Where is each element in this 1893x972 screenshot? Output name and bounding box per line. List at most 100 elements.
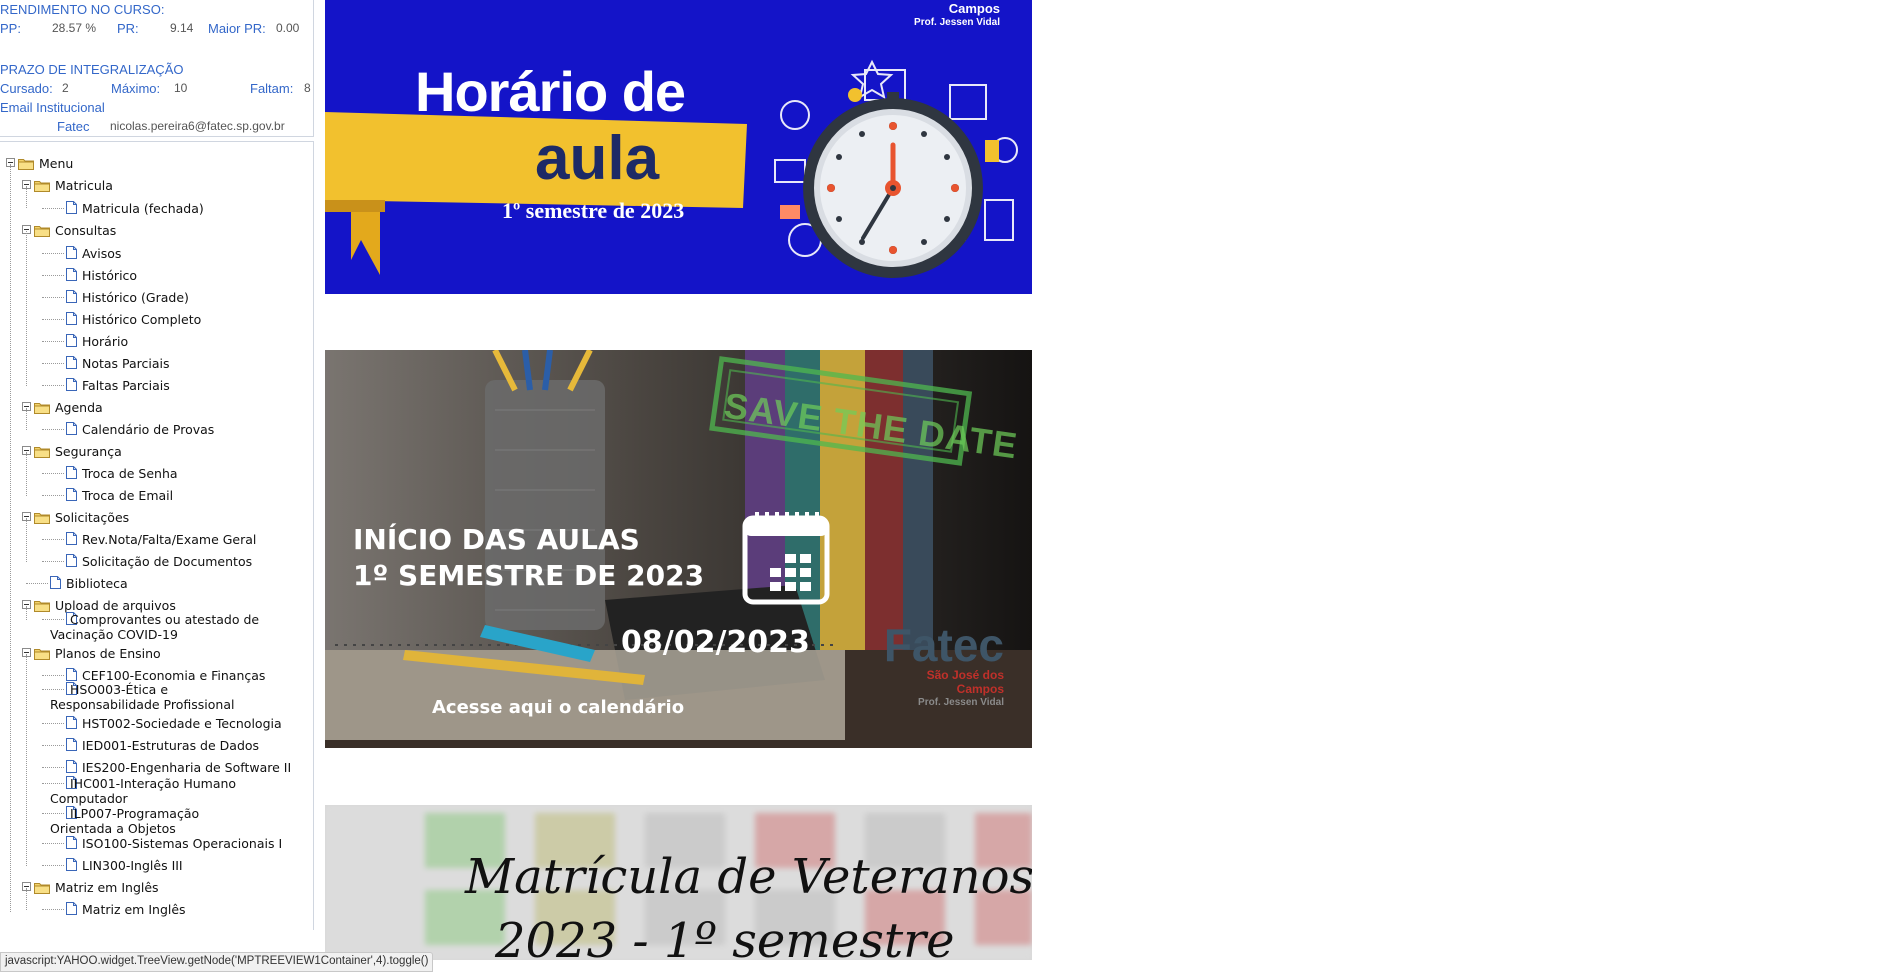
tree-item-label[interactable]: IED001-Estruturas de Dados [82, 738, 259, 753]
tree-item-label[interactable]: Rev.Nota/Falta/Exame Geral [82, 532, 256, 547]
tree-folder-label[interactable]: Menu [39, 156, 73, 171]
tree-item-menu-consultas-items-1[interactable]: Histórico [0, 266, 300, 284]
tree-item-label[interactable]: Avisos [82, 246, 121, 261]
tree-item-label[interactable]: Matricula (fechada) [82, 201, 204, 216]
tree-item-menu-matricula-items-0[interactable]: Matricula (fechada) [0, 199, 300, 217]
tree-item-menu-matriz-items-0[interactable]: Matriz em Inglês [0, 900, 300, 918]
tree-item-menu-biblioteca[interactable]: Biblioteca [0, 574, 300, 592]
tree-item-menu-planos-items-8[interactable]: LIN300-Inglês III [0, 856, 300, 874]
tree-item-label[interactable]: Histórico (Grade) [82, 290, 189, 305]
tree-folder-menu-matricula-label[interactable]: Matricula [0, 176, 300, 194]
tree-folder-label[interactable]: Segurança [55, 444, 122, 459]
tree-item-label[interactable]: Histórico Completo [82, 312, 201, 327]
page-icon [66, 356, 77, 369]
tree-item-menu-planos-items-5[interactable]: IHC001-Interação Humano Computador [0, 774, 300, 806]
tree-item-menu-seguranca-items-0[interactable]: Troca de Senha [0, 464, 300, 482]
tree-connector [42, 473, 64, 474]
tree-item-menu-agenda-items-0[interactable]: Calendário de Provas [0, 420, 300, 438]
tree-item-menu-planos-items-2[interactable]: HST002-Sociedade e Tecnologia [0, 714, 300, 732]
tree-connector [42, 385, 64, 386]
tree-item-label[interactable]: HSO003-Ética e Responsabilidade Profissi… [50, 682, 260, 712]
tree-item-menu-consultas-items-4[interactable]: Horário [0, 332, 300, 350]
tree-item-label[interactable]: ISO100-Sistemas Operacionais I [82, 836, 282, 851]
tree-item-label[interactable]: IHC001-Interação Humano Computador [50, 776, 260, 806]
tree-item-menu-seguranca-items-1[interactable]: Troca de Email [0, 486, 300, 504]
tree-item-menu-consultas-items-5[interactable]: Notas Parciais [0, 354, 300, 372]
tree-folder-label[interactable]: Agenda [55, 400, 103, 415]
page-icon [66, 422, 77, 435]
tree-item-menu-solicitacoes-items-1[interactable]: Solicitação de Documentos [0, 552, 300, 570]
tree-item-menu-planos-items-6[interactable]: ILP007-Programação Orientada a Objetos [0, 804, 300, 836]
tree-item-label[interactable]: ILP007-Programação Orientada a Objetos [50, 806, 260, 836]
tree-folder-menu-consultas-label[interactable]: Consultas [0, 221, 300, 239]
tree-connector [42, 363, 64, 364]
tree-item-label[interactable]: Troca de Senha [82, 466, 178, 481]
folder-icon [34, 446, 50, 458]
tree-item-menu-planos-items-7[interactable]: ISO100-Sistemas Operacionais I [0, 834, 300, 852]
tree-folder-menu-seguranca-label[interactable]: Segurança [0, 442, 300, 460]
tree-item-label[interactable]: Calendário de Provas [82, 422, 214, 437]
pr-label: PR: [117, 21, 139, 36]
maior-pr-label: Maior PR: [208, 21, 266, 36]
tree-folder-label[interactable]: Consultas [55, 223, 116, 238]
tree-folder-menu-matriz-label[interactable]: Matriz em Inglês [0, 878, 300, 896]
tree-item-menu-upload-items-0[interactable]: Comprovantes ou atestado de Vacinação CO… [0, 610, 300, 642]
tree-item-label[interactable]: IES200-Engenharia de Software II [82, 760, 291, 775]
banner-horario-de-aula[interactable]: Campos Prof. Jessen Vidal Horário de aul… [325, 0, 1032, 294]
tree-folder-menu-planos-label[interactable]: Planos de Ensino [0, 644, 300, 662]
tree-guide-line [26, 231, 27, 386]
tree-connector [42, 745, 64, 746]
tree-connector [42, 539, 64, 540]
tree-connector [42, 909, 64, 910]
tree-item-label[interactable]: LIN300-Inglês III [82, 858, 183, 873]
tree-item-label[interactable]: Solicitação de Documentos [82, 554, 252, 569]
tree-folder-menu-solicitacoes-label[interactable]: Solicitações [0, 508, 300, 526]
banner2-heading-line1: INÍCIO DAS AULAS [353, 523, 640, 556]
tree-item-label[interactable]: Comprovantes ou atestado de Vacinação CO… [50, 612, 260, 642]
tree-item-label[interactable]: Biblioteca [66, 576, 128, 591]
tree-item-menu-consultas-items-0[interactable]: Avisos [0, 244, 300, 262]
tree-item-label[interactable]: Histórico [82, 268, 137, 283]
folder-icon [18, 158, 34, 170]
tree-item-label[interactable]: HST002-Sociedade e Tecnologia [82, 716, 282, 731]
banner-inicio-das-aulas[interactable]: SAVE THE DATE INÍCIO DAS AULAS 1º SEMEST… [325, 350, 1032, 748]
banner-matricula-veteranos[interactable]: Matrícula de Veteranos 2023 - 1º semestr… [325, 805, 1032, 960]
page-icon [66, 716, 77, 729]
tree-connector [42, 341, 64, 342]
tree-item-menu-consultas-items-3[interactable]: Histórico Completo [0, 310, 300, 328]
tree-guide-line [26, 408, 27, 430]
calendar-link[interactable]: Acesse aqui o calendário [432, 697, 684, 718]
tree-connector [42, 275, 64, 276]
page-icon [50, 576, 61, 589]
faltam-label: Faltam: [250, 81, 294, 96]
page-icon [66, 378, 77, 391]
tree-item-label[interactable]: Faltas Parciais [82, 378, 170, 393]
folder-icon [34, 225, 50, 237]
page-icon [66, 836, 77, 849]
page-icon [66, 334, 77, 347]
tree-folder-label[interactable]: Matriz em Inglês [55, 880, 159, 895]
tree-item-label[interactable]: Horário [82, 334, 128, 349]
tree-item-label[interactable]: Notas Parciais [82, 356, 170, 371]
tree-item-menu-consultas-items-6[interactable]: Faltas Parciais [0, 376, 300, 394]
tree-folder-menu-root[interactable]: Menu [0, 154, 300, 172]
banner1-title-line1: Horário de [415, 60, 686, 123]
banner2-date: 08/02/2023 [621, 625, 810, 660]
tree-item-menu-consultas-items-2[interactable]: Histórico (Grade) [0, 288, 300, 306]
tree-item-label[interactable]: Troca de Email [82, 488, 173, 503]
tree-folder-label[interactable]: Planos de Ensino [55, 646, 161, 661]
tree-folder-label[interactable]: Solicitações [55, 510, 129, 525]
tree-connector [42, 208, 64, 209]
tree-guide-line [10, 164, 11, 912]
folder-icon [34, 882, 50, 894]
tree-folder-label[interactable]: Matricula [55, 178, 113, 193]
tree-item-menu-planos-items-1[interactable]: HSO003-Ética e Responsabilidade Profissi… [0, 680, 300, 712]
tree-folder-menu-agenda-label[interactable]: Agenda [0, 398, 300, 416]
tree-item-menu-planos-items-3[interactable]: IED001-Estruturas de Dados [0, 736, 300, 754]
cursado-label: Cursado: [0, 81, 53, 96]
tree-item-menu-solicitacoes-items-0[interactable]: Rev.Nota/Falta/Exame Geral [0, 530, 300, 548]
page-icon [66, 268, 77, 281]
folder-icon [34, 512, 50, 524]
tree-item-label[interactable]: Matriz em Inglês [82, 902, 186, 917]
email-title: Email Institucional [0, 100, 105, 115]
